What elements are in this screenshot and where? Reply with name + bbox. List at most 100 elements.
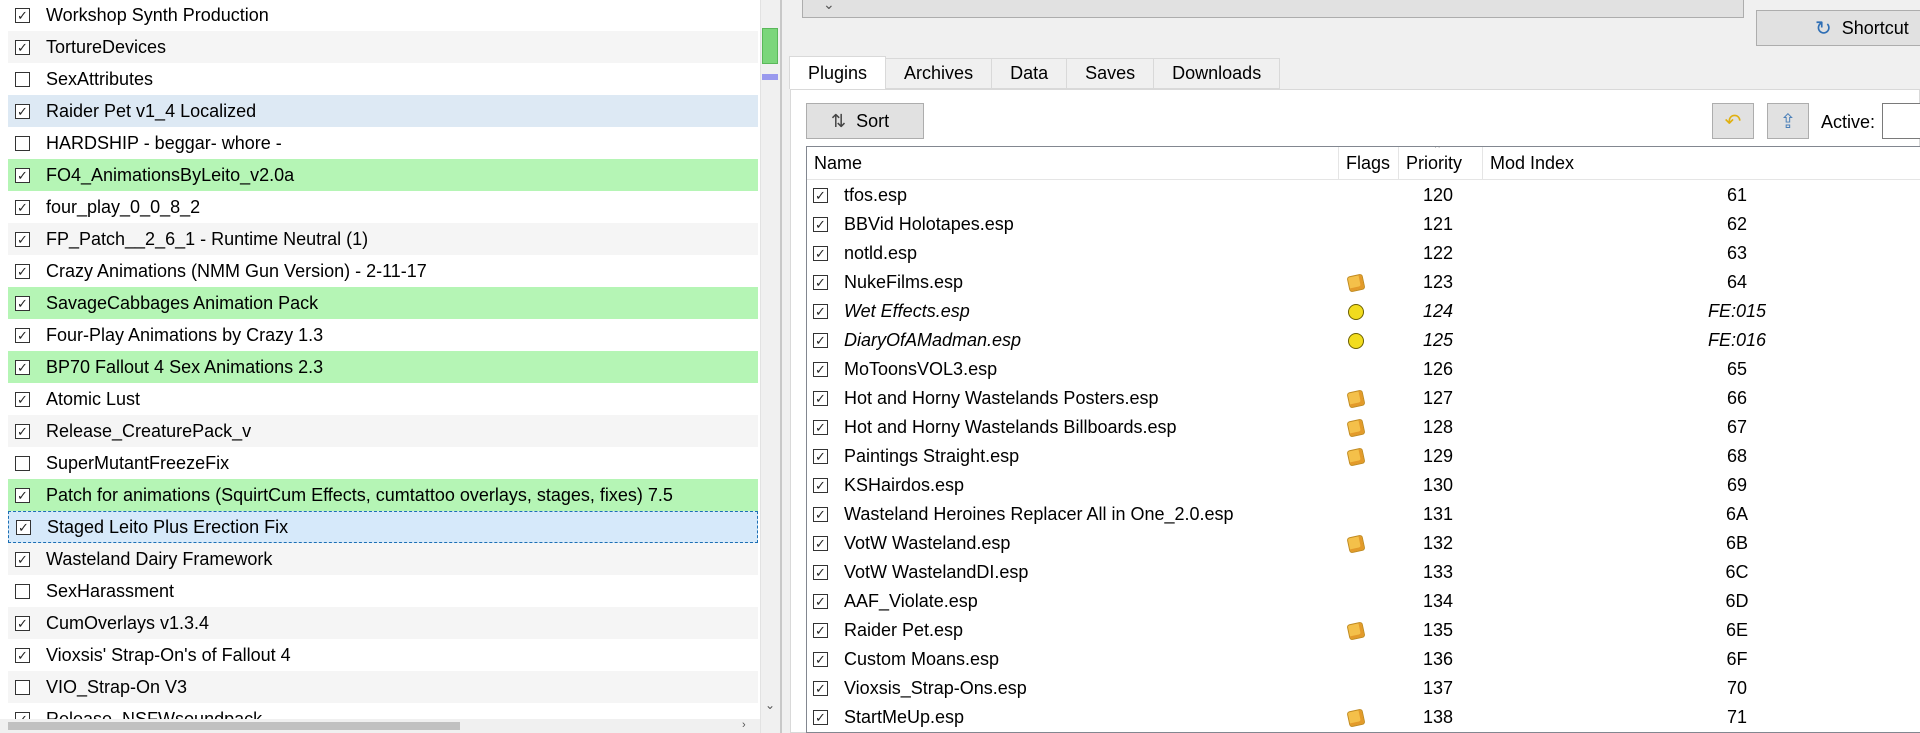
column-header-flags[interactable]: Flags <box>1339 147 1399 180</box>
plugin-checkbox[interactable]: ✓ <box>813 565 828 580</box>
mod-checkbox[interactable]: ✓ <box>15 327 30 343</box>
column-header-priority[interactable]: Priority <box>1399 147 1483 180</box>
mod-checkbox[interactable]: ✓ <box>15 199 30 215</box>
mod-checkbox[interactable]: ✓ <box>15 551 30 567</box>
mod-checkbox[interactable]: ✓ <box>15 39 30 55</box>
mod-list-item[interactable]: SexAttributes <box>8 63 758 95</box>
mod-list-item[interactable]: ✓ CumOverlays v1.3.4 <box>8 607 758 639</box>
plugin-row[interactable]: ✓ AAF_Violate.esp 134 6D <box>807 587 1920 616</box>
horizontal-scroll-thumb[interactable] <box>8 722 460 730</box>
plugin-checkbox[interactable]: ✓ <box>813 623 828 638</box>
vertical-scrollbar[interactable]: ⌄ <box>760 0 780 733</box>
mod-checkbox[interactable]: ✓ <box>15 263 30 279</box>
plugin-row[interactable]: ✓ KSHairdos.esp 130 69 <box>807 471 1920 500</box>
mod-checkbox[interactable] <box>15 679 30 695</box>
mod-list-item[interactable]: ✓ Patch for animations (SquirtCum Effects… <box>8 479 758 511</box>
plugin-checkbox[interactable]: ✓ <box>813 710 828 725</box>
plugin-checkbox[interactable]: ✓ <box>813 188 828 203</box>
mod-checkbox[interactable]: ✓ <box>15 391 30 407</box>
column-header-mod-index[interactable]: Mod Index <box>1483 147 1920 180</box>
plugin-row[interactable]: ✓ NukeFilms.esp 123 64 <box>807 268 1920 297</box>
plugin-checkbox[interactable]: ✓ <box>813 681 828 696</box>
mod-list-item[interactable]: VIO_Strap-On V3 <box>8 671 758 703</box>
tab-plugins[interactable]: Plugins <box>789 56 887 89</box>
column-header-name[interactable]: Name <box>807 147 1339 180</box>
plugin-row[interactable]: ✓ notld.esp 122 63 <box>807 239 1920 268</box>
plugin-row[interactable]: ✓ Paintings Straight.esp 129 68 <box>807 442 1920 471</box>
mod-list-item[interactable]: ✓ Four-Play Animations by Crazy 1.3 <box>8 319 758 351</box>
plugin-checkbox[interactable]: ✓ <box>813 391 828 406</box>
plugin-row[interactable]: ✓ MoToonsVOL3.esp 126 65 <box>807 355 1920 384</box>
plugin-row[interactable]: ✓ VotW Wasteland.esp 132 6B <box>807 529 1920 558</box>
plugin-checkbox[interactable]: ✓ <box>813 449 828 464</box>
plugin-row[interactable]: ✓ DiaryOfAMadman.esp 125 FE:016 <box>807 326 1920 355</box>
mod-checkbox[interactable]: ✓ <box>16 519 31 535</box>
mod-checkbox[interactable]: ✓ <box>15 423 30 439</box>
collapse-chevron-icon[interactable]: ⌄ <box>823 0 835 13</box>
tab-saves[interactable]: Saves <box>1066 58 1155 89</box>
mod-list-item[interactable]: ✓ SavageCabbages Animation Pack <box>8 287 758 319</box>
mod-checkbox[interactable] <box>15 135 30 151</box>
mod-list-item[interactable]: ✓ FO4_AnimationsByLeito_v2.0a <box>8 159 758 191</box>
collapsed-panel-bar[interactable]: ⌄ <box>802 0 1744 18</box>
mod-checkbox[interactable]: ✓ <box>15 103 30 119</box>
plugin-row[interactable]: ✓ Hot and Horny Wastelands Posters.esp 127… <box>807 384 1920 413</box>
mod-list-item[interactable]: ✓ Raider Pet v1_4 Localized <box>8 95 758 127</box>
plugin-checkbox[interactable]: ✓ <box>813 420 828 435</box>
mod-checkbox[interactable]: ✓ <box>15 167 30 183</box>
plugin-row[interactable]: ✓ StartMeUp.esp 138 71 <box>807 703 1920 732</box>
mod-checkbox[interactable] <box>15 583 30 599</box>
plugin-checkbox[interactable]: ✓ <box>813 536 828 551</box>
plugin-checkbox[interactable]: ✓ <box>813 217 828 232</box>
plugin-row[interactable]: ✓ BBVid Holotapes.esp 121 62 <box>807 210 1920 239</box>
plugin-row[interactable]: ✓ VotW WastelandDI.esp 133 6C <box>807 558 1920 587</box>
mod-checkbox[interactable]: ✓ <box>15 647 30 663</box>
plugin-row[interactable]: ✓ Custom Moans.esp 136 6F <box>807 645 1920 674</box>
tab-data[interactable]: Data <box>991 58 1068 89</box>
plugin-checkbox[interactable]: ✓ <box>813 275 828 290</box>
plugin-row[interactable]: ✓ Wasteland Heroines Replacer All in One_… <box>807 500 1920 529</box>
mod-list-item[interactable]: ✓ TortureDevices <box>8 31 758 63</box>
plugin-row[interactable]: ✓ Vioxsis_Strap-Ons.esp 137 70 <box>807 674 1920 703</box>
active-count-field[interactable] <box>1882 103 1920 139</box>
plugin-row[interactable]: ✓ Raider Pet.esp 135 6E <box>807 616 1920 645</box>
mod-list-item[interactable]: ✓ Release_CreaturePack_v <box>8 415 758 447</box>
plugin-checkbox[interactable]: ✓ <box>813 333 828 348</box>
mod-list-item[interactable]: ✓ four_play_0_0_8_2 <box>8 191 758 223</box>
mod-list-item[interactable]: ✓ BP70 Fallout 4 Sex Animations 2.3 <box>8 351 758 383</box>
mod-checkbox[interactable] <box>15 71 30 87</box>
scroll-right-icon[interactable]: › <box>742 719 746 731</box>
plugin-checkbox[interactable]: ✓ <box>813 304 828 319</box>
scroll-down-icon[interactable]: ⌄ <box>765 698 775 712</box>
restore-backup-button[interactable]: ↶ <box>1712 103 1754 139</box>
mod-list-item[interactable]: ✓ Staged Leito Plus Erection Fix <box>8 511 758 543</box>
pane-splitter[interactable] <box>780 0 782 733</box>
plugin-checkbox[interactable]: ✓ <box>813 246 828 261</box>
plugin-checkbox[interactable]: ✓ <box>813 478 828 493</box>
mod-list-item[interactable]: SexHarassment <box>8 575 758 607</box>
mod-list-item[interactable]: ✓ Crazy Animations (NMM Gun Version) - 2-… <box>8 255 758 287</box>
tab-downloads[interactable]: Downloads <box>1153 58 1281 89</box>
mod-list-item[interactable]: ✓ Workshop Synth Production <box>8 0 758 31</box>
mod-list-item[interactable]: ✓ FP_Patch__2_6_1 - Runtime Neutral (1) <box>8 223 758 255</box>
horizontal-scrollbar[interactable]: › <box>0 719 760 733</box>
shortcut-button[interactable]: ↻ Shortcut <box>1756 10 1920 46</box>
plugin-row[interactable]: ✓ tfos.esp 120 61 <box>807 181 1920 210</box>
create-backup-button[interactable]: ⇪ <box>1767 103 1809 139</box>
plugin-checkbox[interactable]: ✓ <box>813 362 828 377</box>
plugin-checkbox[interactable]: ✓ <box>813 507 828 522</box>
mod-list-item[interactable]: ✓ Wasteland Dairy Framework <box>8 543 758 575</box>
mod-checkbox[interactable]: ✓ <box>15 7 30 23</box>
tab-archives[interactable]: Archives <box>885 58 993 89</box>
sort-button[interactable]: ⇅ Sort <box>806 103 924 139</box>
plugin-checkbox[interactable]: ✓ <box>813 594 828 609</box>
plugin-row[interactable]: ✓ Hot and Horny Wastelands Billboards.esp… <box>807 413 1920 442</box>
plugin-row[interactable]: ✓ Wet Effects.esp 124 FE:015 <box>807 297 1920 326</box>
mod-list-item[interactable]: ✓ Vioxsis' Strap-On's of Fallout 4 <box>8 639 758 671</box>
mod-checkbox[interactable]: ✓ <box>15 295 30 311</box>
mod-list-item[interactable]: SuperMutantFreezeFix <box>8 447 758 479</box>
mod-checkbox[interactable]: ✓ <box>15 359 30 375</box>
mod-checkbox[interactable] <box>15 455 30 471</box>
mod-list-item[interactable]: HARDSHIP - beggar- whore - <box>8 127 758 159</box>
mod-checkbox[interactable]: ✓ <box>15 615 30 631</box>
